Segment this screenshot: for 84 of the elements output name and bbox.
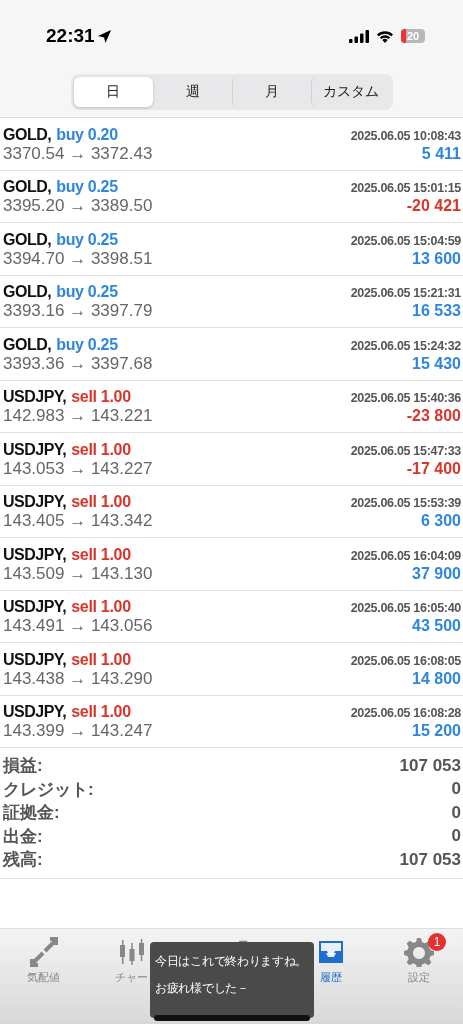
trade-symbol: GOLD, [3, 283, 52, 302]
summary-label: 出金: [3, 825, 43, 848]
summary-label: 残高: [3, 849, 43, 872]
trade-profit: 43 500 [412, 617, 461, 636]
trade-time: 2025.06.05 15:47:33 [350, 443, 461, 458]
trade-symbol: USDJPY, [3, 545, 67, 564]
trade-symbol: USDJPY, [3, 598, 67, 617]
trade-volume: buy 0.25 [56, 230, 118, 249]
trade-time: 2025.06.05 16:04:09 [350, 548, 461, 563]
trade-profit: -23 800 [406, 407, 461, 426]
trade-symbol: GOLD, [3, 178, 52, 197]
trade-volume: sell 1.00 [71, 703, 131, 722]
trade-volume: sell 1.00 [71, 598, 131, 617]
trade-symbol: GOLD, [3, 125, 52, 144]
period-tab[interactable]: 月 [231, 77, 311, 107]
trade-profit: 15 200 [412, 722, 461, 741]
notification-badge: 1 [428, 933, 447, 951]
status-time: 22:31 [46, 25, 95, 47]
trade-volume: buy 0.25 [56, 283, 118, 302]
trade-prices: 3394.70 → 3398.51 [3, 248, 153, 269]
trade-time: 2025.06.05 15:21:31 [350, 286, 461, 301]
summary-label: 証拠金: [3, 802, 60, 825]
trade-profit: -17 400 [406, 459, 461, 478]
period-tab[interactable]: カスタム [310, 77, 390, 107]
arrows-icon [28, 937, 59, 967]
summary-value: 0 [451, 802, 461, 823]
trade-prices: 143.509 → 143.130 [3, 563, 153, 584]
battery-icon: 20 [401, 29, 425, 43]
trade-prices: 3395.20 → 3389.50 [3, 196, 153, 217]
trade-profit: -20 421 [406, 197, 461, 216]
trade-symbol: USDJPY, [3, 493, 67, 512]
trade-time: 2025.06.05 15:40:36 [350, 391, 461, 406]
trade-profit: 14 800 [412, 669, 461, 688]
trade-volume: sell 1.00 [71, 388, 131, 407]
trade-prices: 143.405 → 143.342 [3, 511, 153, 532]
trade-symbol: GOLD, [3, 335, 52, 354]
summary-value: 107 053 [399, 849, 461, 870]
caption-text: お疲れ様でした－ [155, 980, 250, 997]
trade-time: 2025.06.05 15:04:59 [350, 233, 461, 248]
trade-prices: 3370.54 → 3372.43 [3, 143, 153, 164]
trade-volume: buy 0.25 [56, 335, 118, 354]
trade-time: 2025.06.05 16:08:05 [350, 653, 461, 668]
trade-time: 2025.06.05 15:53:39 [350, 496, 461, 511]
trade-symbol: USDJPY, [3, 650, 67, 669]
trade-prices: 142.983 → 143.221 [3, 406, 153, 427]
trade-profit: 13 600 [412, 249, 461, 268]
summary-value: 0 [451, 826, 461, 847]
trade-symbol: USDJPY, [3, 703, 67, 722]
trade-volume: sell 1.00 [71, 545, 131, 564]
summary-label: クレジット: [3, 778, 94, 801]
trade-symbol: GOLD, [3, 230, 52, 249]
trade-profit: 16 533 [412, 302, 461, 321]
trade-prices: 143.053 → 143.227 [3, 458, 153, 479]
trade-symbol: USDJPY, [3, 440, 67, 459]
period-tab[interactable]: 日 [73, 77, 153, 107]
trade-profit: 15 430 [412, 354, 461, 373]
summary-value: 107 053 [399, 755, 461, 776]
location-arrow-icon [96, 28, 112, 44]
signal-icon [349, 29, 369, 43]
wifi-icon [376, 29, 394, 43]
settings-icon [404, 937, 435, 967]
trade-time: 2025.06.05 10:08:43 [350, 128, 461, 143]
period-tab[interactable]: 週 [152, 77, 232, 107]
trade-profit: 37 900 [412, 564, 461, 583]
caption-text: 今日はこれで終わりますね。 [155, 953, 309, 970]
trade-time: 2025.06.05 15:01:15 [350, 181, 461, 196]
trade-profit: 6 300 [420, 512, 461, 531]
summary-label: 損益: [3, 755, 43, 778]
trade-prices: 3393.36 → 3397.68 [3, 353, 153, 374]
trade-volume: sell 1.00 [71, 440, 131, 459]
trade-volume: sell 1.00 [71, 493, 131, 512]
trade-prices: 143.438 → 143.290 [3, 668, 153, 689]
trade-symbol: USDJPY, [3, 388, 67, 407]
trade-prices: 143.491 → 143.056 [3, 616, 153, 637]
trade-volume: buy 0.20 [56, 125, 118, 144]
trade-prices: 143.399 → 143.247 [3, 721, 153, 742]
summary-value: 0 [451, 779, 461, 800]
trade-profit: 5 411 [421, 144, 461, 163]
trade-time: 2025.06.05 15:24:32 [350, 338, 461, 353]
trade-time: 2025.06.05 16:08:28 [350, 706, 461, 721]
trade-volume: buy 0.25 [56, 178, 118, 197]
trade-prices: 3393.16 → 3397.79 [3, 301, 153, 322]
trade-volume: sell 1.00 [71, 650, 131, 669]
trade-time: 2025.06.05 16:05:40 [350, 601, 461, 616]
